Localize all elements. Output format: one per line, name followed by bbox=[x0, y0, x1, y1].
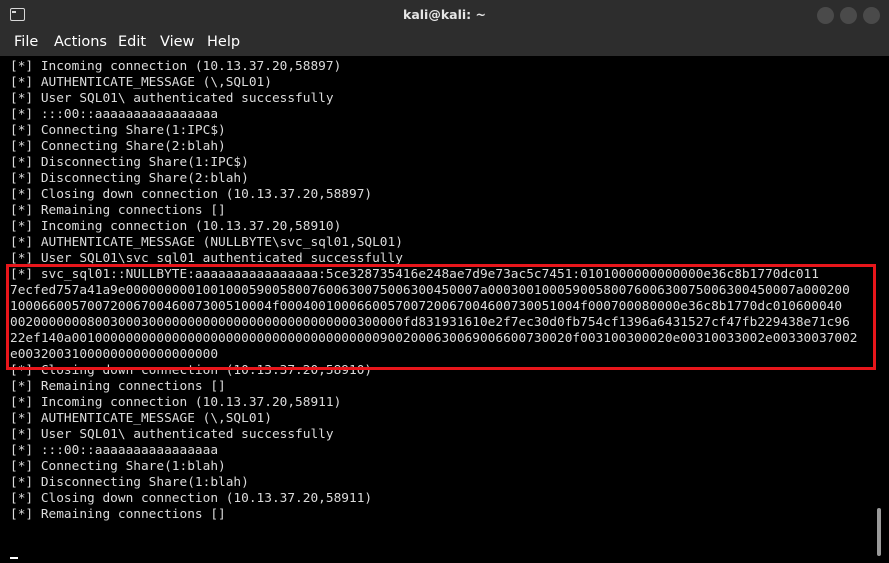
maximize-button[interactable] bbox=[840, 7, 857, 24]
terminal-line: [*] User SQL01\ authenticated successful… bbox=[10, 427, 334, 442]
menu-file[interactable]: File bbox=[14, 34, 38, 50]
close-button[interactable] bbox=[863, 7, 880, 24]
terminal-line: [*] Disconnecting Share(2:blah) bbox=[10, 171, 249, 186]
terminal-line: [*] Incoming connection (10.13.37.20,588… bbox=[10, 59, 342, 74]
terminal-line: [*] Disconnecting Share(1:blah) bbox=[10, 475, 249, 490]
minimize-button[interactable] bbox=[817, 7, 834, 24]
terminal-line: [*] Disconnecting Share(1:IPC$) bbox=[10, 155, 249, 170]
menu-bar: File Actions Edit View Help bbox=[0, 31, 889, 56]
terminal-line: [*] Remaining connections [] bbox=[10, 507, 226, 522]
terminal-line: [*] :::00::aaaaaaaaaaaaaaaa bbox=[10, 107, 219, 122]
terminal-line: [*] :::00::aaaaaaaaaaaaaaaa bbox=[10, 443, 219, 458]
terminal-line: [*] AUTHENTICATE_MESSAGE (\,SQL01) bbox=[10, 75, 272, 90]
menu-actions[interactable]: Actions bbox=[54, 34, 107, 50]
terminal-window: kali@kali: ~ File Actions Edit View Help… bbox=[0, 0, 889, 563]
prompt-line[interactable] bbox=[10, 523, 876, 559]
terminal-line: [*] Incoming connection (10.13.37.20,589… bbox=[10, 219, 342, 234]
terminal-line: [*] Remaining connections [] bbox=[10, 203, 226, 218]
menu-help[interactable]: Help bbox=[207, 34, 240, 50]
terminal-line: [*] AUTHENTICATE_MESSAGE (NULLBYTE\svc_s… bbox=[10, 235, 403, 250]
terminal-line: [*] Incoming connection (10.13.37.20,589… bbox=[10, 395, 342, 410]
window-title: kali@kali: ~ bbox=[403, 7, 486, 22]
hash-highlight-box bbox=[6, 264, 876, 370]
terminal-line: [*] User SQL01\ authenticated successful… bbox=[10, 91, 334, 106]
terminal-line: [*] Connecting Share(2:blah) bbox=[10, 139, 226, 154]
title-bar[interactable]: kali@kali: ~ bbox=[0, 0, 889, 31]
scrollbar-thumb[interactable] bbox=[877, 508, 881, 556]
text-cursor bbox=[10, 557, 18, 559]
menu-edit[interactable]: Edit bbox=[118, 34, 146, 50]
menu-view[interactable]: View bbox=[160, 34, 194, 50]
terminal-line: [*] AUTHENTICATE_MESSAGE (\,SQL01) bbox=[10, 411, 272, 426]
terminal-line: [*] Connecting Share(1:IPC$) bbox=[10, 123, 226, 138]
terminal-line: [*] Closing down connection (10.13.37.20… bbox=[10, 187, 373, 202]
terminal-line: [*] Closing down connection (10.13.37.20… bbox=[10, 491, 373, 506]
terminal-line: [*] Remaining connections [] bbox=[10, 379, 226, 394]
terminal-line: [*] Connecting Share(1:blah) bbox=[10, 459, 226, 474]
